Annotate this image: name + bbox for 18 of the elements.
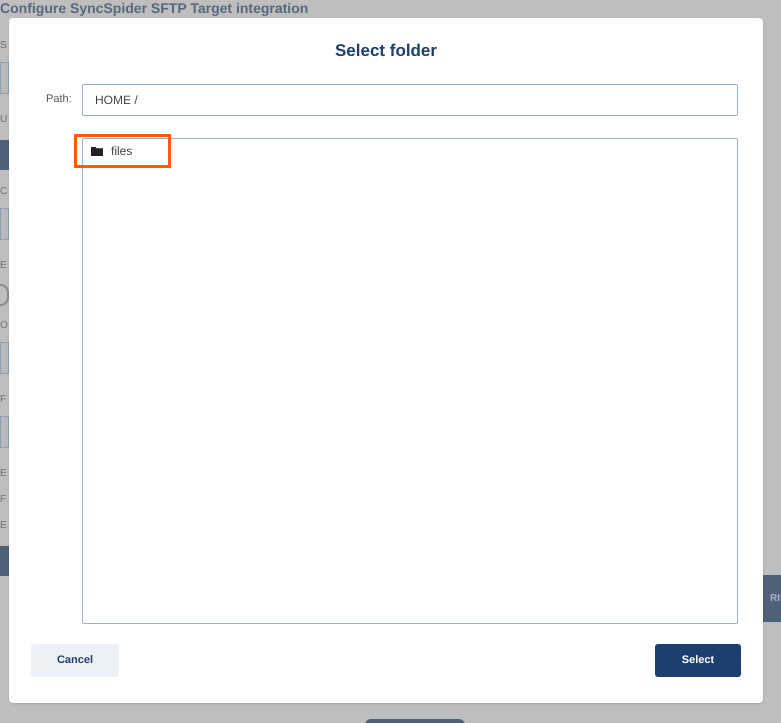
path-field[interactable]: HOME / bbox=[82, 84, 738, 116]
folder-icon bbox=[91, 146, 103, 156]
form-label: S bbox=[0, 38, 7, 52]
path-label: Path: bbox=[46, 92, 73, 108]
form-label: F bbox=[0, 392, 6, 406]
form-label: E bbox=[0, 258, 7, 272]
cancel-button[interactable]: Cancel bbox=[31, 644, 119, 676]
dialog-title: Select folder bbox=[334, 40, 438, 62]
form-label: O bbox=[0, 318, 8, 332]
form-label: U bbox=[0, 112, 8, 126]
form-label: E bbox=[0, 466, 7, 480]
folder-item[interactable]: files bbox=[74, 134, 171, 168]
form-label: F bbox=[0, 492, 6, 506]
button-label: RI bbox=[770, 592, 780, 606]
form-label: E bbox=[0, 518, 7, 532]
form-label: C bbox=[0, 184, 8, 198]
page-title: Configure SyncSpider SFTP Target integration bbox=[0, 0, 310, 17]
select-button[interactable]: Select bbox=[655, 644, 741, 676]
